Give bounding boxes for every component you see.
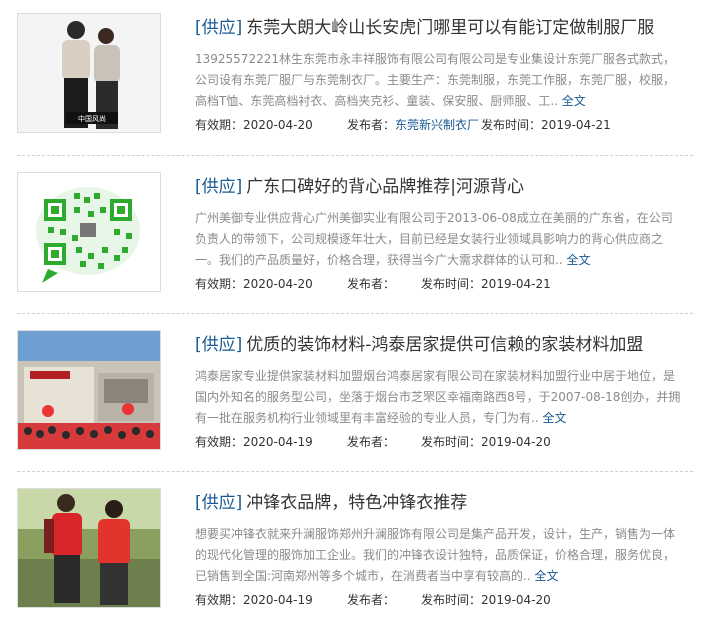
divider [17,313,693,314]
valid-label: 有效期： [195,435,244,449]
outdoor-jacket-photo-icon [18,489,160,607]
valid-label: 有效期： [195,277,244,291]
time-label: 发布时间： [481,118,542,132]
item-title: 广东口碑好的背心品牌推荐|河源背心 [246,177,524,197]
read-more-link[interactable]: 全文 [542,411,566,425]
divider [17,471,693,472]
time-label: 发布时间： [421,593,482,607]
item-title-link[interactable]: [供应] 广东口碑好的背心品牌推荐|河源背心 [195,174,697,200]
svg-text:中国风尚: 中国风尚 [78,114,106,123]
item-meta: 有效期：2020-04-20 发布者：东莞新兴制衣厂 发布时间：2019-04-21 [195,117,611,133]
read-more-link[interactable]: 全文 [535,569,559,583]
storefront-photo-icon [18,331,160,449]
product-thumbnail[interactable] [17,330,161,450]
supply-tag: [供应] [195,493,243,513]
valid-date: 2020-04-19 [243,593,313,607]
product-thumbnail[interactable] [17,172,161,292]
read-more-link[interactable]: 全文 [562,94,586,108]
item-title: 优质的装饰材料-鸿泰居家提供可信赖的家装材料加盟 [246,335,644,355]
supply-tag: [供应] [195,18,243,38]
item-title: 冲锋衣品牌，特色冲锋衣推荐 [246,493,468,513]
item-meta: 有效期：2020-04-19 发布者： 发布时间：2019-04-20 [195,434,551,450]
item-title-link[interactable]: [供应] 东莞大朗大岭山长安虎门哪里可以有能订定做制服厂服 [195,15,697,41]
publisher-label: 发布者： [347,118,396,132]
read-more-link[interactable]: 全文 [566,253,590,267]
time-label: 发布时间： [421,435,482,449]
publisher-link[interactable]: 东莞新兴制衣厂 [395,117,481,133]
valid-date: 2020-04-19 [243,435,313,449]
product-thumbnail[interactable] [17,488,161,608]
time-label: 发布时间： [421,277,482,291]
fashion-photo-icon: 中国风尚 [18,14,160,132]
item-meta: 有效期：2020-04-19 发布者： 发布时间：2019-04-20 [195,592,551,608]
valid-date: 2020-04-20 [243,118,313,132]
item-title: 东莞大朗大岭山长安虎门哪里可以有能订定做制服厂服 [246,18,655,38]
publisher-label: 发布者： [347,435,396,449]
publish-time: 2019-04-21 [541,118,611,132]
item-title-link[interactable]: [供应] 冲锋衣品牌，特色冲锋衣推荐 [195,490,697,516]
divider [17,155,693,156]
publish-time: 2019-04-20 [481,435,551,449]
qr-code-icon [18,173,160,291]
item-description: 想要买冲锋衣就来升澜服饰郑州升澜服饰有限公司是集产品开发，设计，生产，销售为一体… [195,527,676,583]
item-description: 广州美御专业供应背心广州美御实业有限公司于2013-06-08成立在美丽的广东省… [195,211,673,267]
valid-label: 有效期： [195,593,244,607]
valid-date: 2020-04-20 [243,277,313,291]
publish-time: 2019-04-21 [481,277,551,291]
valid-label: 有效期： [195,118,244,132]
publish-time: 2019-04-20 [481,593,551,607]
item-meta: 有效期：2020-04-20 发布者： 发布时间：2019-04-21 [195,276,551,292]
publisher-label: 发布者： [347,277,396,291]
product-thumbnail[interactable]: 中国风尚 [17,13,161,133]
item-title-link[interactable]: [供应] 优质的装饰材料-鸿泰居家提供可信赖的家装材料加盟 [195,332,697,358]
publisher-label: 发布者： [347,593,396,607]
supply-tag: [供应] [195,335,243,355]
item-description: 鸿泰居家专业提供家装材料加盟烟台鸿泰居家有限公司在家装材料加盟行业中居于地位，是… [195,369,681,425]
supply-tag: [供应] [195,177,243,197]
item-description: 13925572221林生东莞市永丰祥服饰有限公司有限公司是专业集设计东莞厂服各… [195,52,676,108]
